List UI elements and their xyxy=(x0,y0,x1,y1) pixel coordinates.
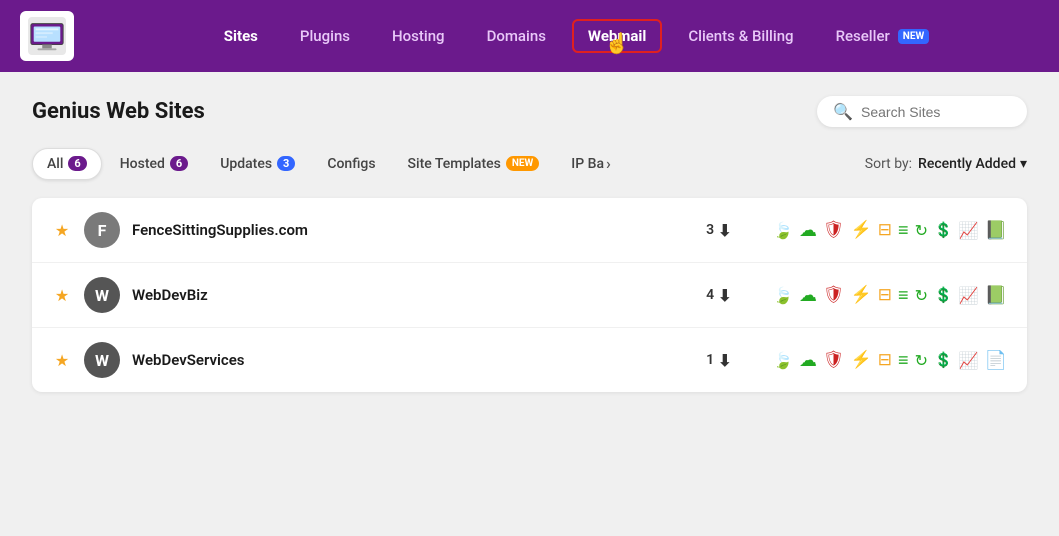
navbar: Sites Plugins Hosting Domains Webmail ☝ … xyxy=(0,0,1059,72)
refresh-icon[interactable]: ↻ xyxy=(915,221,928,240)
cloud-icon[interactable]: ☁ xyxy=(799,350,817,371)
nav-item-sites[interactable]: Sites xyxy=(208,19,274,53)
dollar-icon[interactable]: 💲 xyxy=(934,286,953,304)
action-icons: 🍃 ☁ 🛡 ⚡ ⊟ ≡ ↻ 💲 📈 📗 xyxy=(773,285,1007,306)
tab-updates[interactable]: Updates 3 xyxy=(206,149,309,179)
tab-ip-ban-arrow: › xyxy=(606,154,611,173)
tab-updates-count: 3 xyxy=(277,156,295,171)
site-name[interactable]: FenceSittingSupplies.com xyxy=(132,221,694,239)
nav-menu: Sites Plugins Hosting Domains Webmail ☝ … xyxy=(114,19,1039,53)
leaf-icon[interactable]: 🍃 xyxy=(773,221,793,240)
page-header: Genius Web Sites 🔍 xyxy=(32,96,1027,127)
leaf-icon[interactable]: 🍃 xyxy=(773,351,793,370)
table-row: ★ W WebDevBiz 4 ⬇ 🍃 ☁ 🛡 ⚡ ⊟ ≡ ↻ 💲 📈 📗 xyxy=(32,263,1027,328)
avatar: W xyxy=(84,277,120,313)
chart-icon[interactable]: 📈 xyxy=(959,286,979,305)
refresh-icon[interactable]: ↻ xyxy=(915,286,928,305)
tab-configs[interactable]: Configs xyxy=(313,149,389,179)
action-icons: 🍃 ☁ 🛡 ⚡ ⊟ ≡ ↻ 💲 📈 📗 xyxy=(773,220,1007,241)
reseller-badge: NEW xyxy=(898,29,929,44)
sites-table: ★ F FenceSittingSupplies.com 3 ⬇ 🍃 ☁ 🛡 ⚡… xyxy=(32,198,1027,392)
shield-icon[interactable]: 🛡 xyxy=(823,285,845,305)
dollar-icon[interactable]: 💲 xyxy=(934,221,953,239)
tabs-row: All 6 Hosted 6 Updates 3 Configs Site Te… xyxy=(32,147,1027,180)
tab-ip-ban[interactable]: IP Ba › xyxy=(557,147,625,180)
page-title: Genius Web Sites xyxy=(32,99,205,124)
leaf-icon[interactable]: 🍃 xyxy=(773,286,793,305)
bolt-icon[interactable]: ⚡ xyxy=(851,220,872,240)
table-row: ★ W WebDevServices 1 ⬇ 🍃 ☁ 🛡 ⚡ ⊟ ≡ ↻ 💲 📈… xyxy=(32,328,1027,392)
doc-icon-gray[interactable]: 📄 xyxy=(985,350,1007,371)
nav-item-clients-billing[interactable]: Clients & Billing xyxy=(672,19,809,53)
search-input[interactable] xyxy=(861,104,1011,120)
download-icon[interactable]: ⬇ xyxy=(718,221,731,240)
download-icon[interactable]: ⬇ xyxy=(718,286,731,305)
bars-icon[interactable]: ≡ xyxy=(898,285,909,306)
action-icons: 🍃 ☁ 🛡 ⚡ ⊟ ≡ ↻ 💲 📈 📄 xyxy=(773,350,1007,371)
site-templates-badge: NEW xyxy=(506,156,539,171)
star-icon[interactable]: ★ xyxy=(52,221,72,240)
avatar: F xyxy=(84,212,120,248)
search-box[interactable]: 🔍 xyxy=(817,96,1027,127)
cloud-icon[interactable]: ☁ xyxy=(799,285,817,306)
nav-item-plugins[interactable]: Plugins xyxy=(284,19,366,53)
cloud-icon[interactable]: ☁ xyxy=(799,220,817,241)
app-logo[interactable] xyxy=(20,11,74,61)
avatar: W xyxy=(84,342,120,378)
nav-item-webmail[interactable]: Webmail ☝ xyxy=(572,19,662,53)
doc-icon[interactable]: 📗 xyxy=(985,285,1007,306)
refresh-icon[interactable]: ↻ xyxy=(915,351,928,370)
layers-icon[interactable]: ⊟ xyxy=(878,350,892,370)
doc-icon[interactable]: 📗 xyxy=(985,220,1007,241)
tab-all-count: 6 xyxy=(68,156,86,171)
star-icon[interactable]: ★ xyxy=(52,351,72,370)
layers-icon[interactable]: ⊟ xyxy=(878,285,892,305)
download-icon[interactable]: ⬇ xyxy=(718,351,731,370)
sort-section: Sort by: Recently Added ▾ xyxy=(865,156,1027,172)
nav-item-reseller[interactable]: Reseller NEW xyxy=(820,19,946,53)
tab-hosted-count: 6 xyxy=(170,156,188,171)
site-count: 4 ⬇ xyxy=(706,286,761,305)
chart-icon[interactable]: 📈 xyxy=(959,351,979,370)
tab-hosted[interactable]: Hosted 6 xyxy=(106,149,202,179)
bolt-icon[interactable]: ⚡ xyxy=(851,350,872,370)
sort-chevron-icon: ▾ xyxy=(1020,156,1027,172)
star-icon[interactable]: ★ xyxy=(52,286,72,305)
site-count: 1 ⬇ xyxy=(706,351,761,370)
bars-icon[interactable]: ≡ xyxy=(898,220,909,241)
tab-all[interactable]: All 6 xyxy=(32,148,102,180)
nav-item-domains[interactable]: Domains xyxy=(471,19,562,53)
search-icon: 🔍 xyxy=(833,102,853,121)
site-name[interactable]: WebDevBiz xyxy=(132,286,694,304)
bolt-icon[interactable]: ⚡ xyxy=(851,285,872,305)
shield-icon[interactable]: 🛡 xyxy=(823,220,845,240)
table-row: ★ F FenceSittingSupplies.com 3 ⬇ 🍃 ☁ 🛡 ⚡… xyxy=(32,198,1027,263)
sort-value: Recently Added xyxy=(918,156,1016,172)
nav-item-hosting[interactable]: Hosting xyxy=(376,19,461,53)
main-content: Genius Web Sites 🔍 All 6 Hosted 6 Update… xyxy=(0,72,1059,416)
layers-icon[interactable]: ⊟ xyxy=(878,220,892,240)
bars-icon[interactable]: ≡ xyxy=(898,350,909,371)
tab-site-templates[interactable]: Site Templates NEW xyxy=(394,149,554,179)
shield-icon[interactable]: 🛡 xyxy=(823,350,845,370)
sort-label: Sort by: xyxy=(865,156,912,172)
site-count: 3 ⬇ xyxy=(706,221,761,240)
chart-icon[interactable]: 📈 xyxy=(959,221,979,240)
sort-dropdown[interactable]: Recently Added ▾ xyxy=(918,156,1027,172)
site-name[interactable]: WebDevServices xyxy=(132,351,694,369)
dollar-icon[interactable]: 💲 xyxy=(934,351,953,369)
